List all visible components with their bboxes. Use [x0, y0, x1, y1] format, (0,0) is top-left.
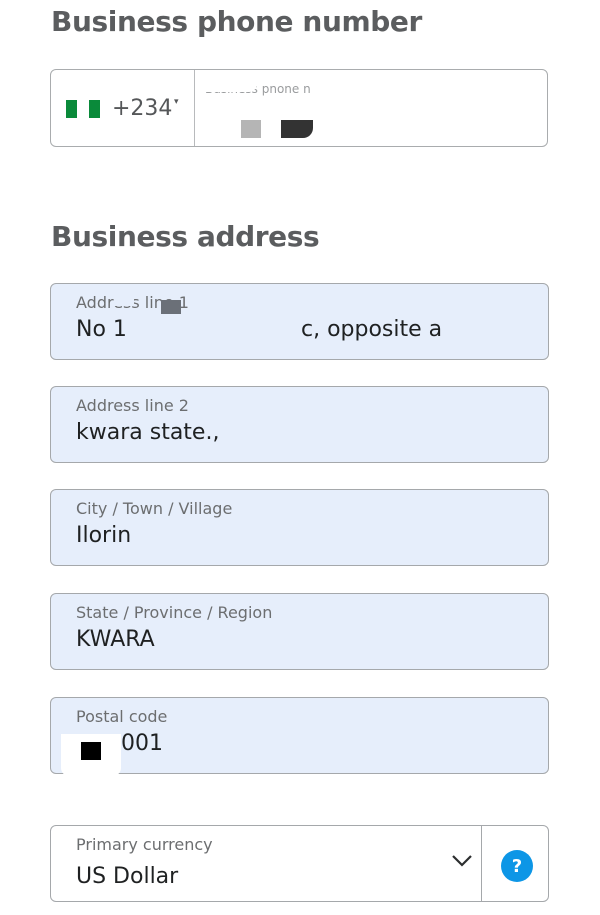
redaction-mask: [114, 288, 134, 306]
city-field[interactable]: City / Town / Village Ilorin: [50, 489, 549, 566]
state-field[interactable]: State / Province / Region KWARA: [50, 593, 549, 670]
address-section-title: Business address: [51, 220, 320, 253]
country-code-picker[interactable]: +234 ▾: [51, 70, 195, 146]
currency-help-area: ?: [481, 826, 548, 901]
chevron-down-icon: [452, 855, 472, 867]
address-line-2-field[interactable]: Address line 2 kwara state.,: [50, 386, 549, 463]
phone-number-value-redacted: [239, 116, 389, 140]
redaction-mask: [197, 76, 257, 92]
state-label: State / Province / Region: [76, 603, 273, 622]
city-value: Ilorin: [76, 523, 132, 548]
redaction-mask: [261, 70, 307, 86]
primary-currency-value: US Dollar: [76, 864, 179, 889]
address-line-1-field[interactable]: Address line 1 No 1 c, opposite a: [50, 283, 549, 360]
address-line-2-label: Address line 2: [76, 396, 189, 415]
state-value: KWARA: [76, 627, 155, 652]
address-line-1-value-start: No 1: [76, 317, 127, 342]
redaction-block: [81, 742, 101, 760]
redaction-block: [281, 120, 313, 138]
redaction-mask: [211, 288, 541, 306]
primary-currency-select[interactable]: Primary currency US Dollar: [51, 826, 481, 901]
address-line-2-value: kwara state.,: [76, 420, 220, 445]
postal-code-field[interactable]: Postal code 001: [50, 697, 549, 776]
help-icon[interactable]: ?: [501, 850, 533, 882]
redaction-mask: [443, 324, 533, 354]
primary-currency-field: Primary currency US Dollar ?: [50, 825, 549, 902]
caret-down-icon: ▾: [174, 97, 179, 107]
country-code: +234: [112, 96, 173, 121]
nigeria-flag-icon: [66, 100, 100, 118]
redaction-block: [241, 120, 261, 138]
redaction-mask: [137, 314, 301, 344]
postal-code-label: Postal code: [76, 707, 168, 726]
primary-currency-label: Primary currency: [76, 835, 213, 854]
postal-code-value: 001: [121, 731, 163, 756]
city-label: City / Town / Village: [76, 499, 233, 518]
business-phone-field: +234 ▾ Business phone n: [50, 69, 548, 147]
address-line-1-value-end: c, opposite a: [301, 317, 443, 342]
phone-number-input[interactable]: Business phone n: [195, 70, 547, 146]
phone-section-title: Business phone number: [51, 5, 422, 38]
